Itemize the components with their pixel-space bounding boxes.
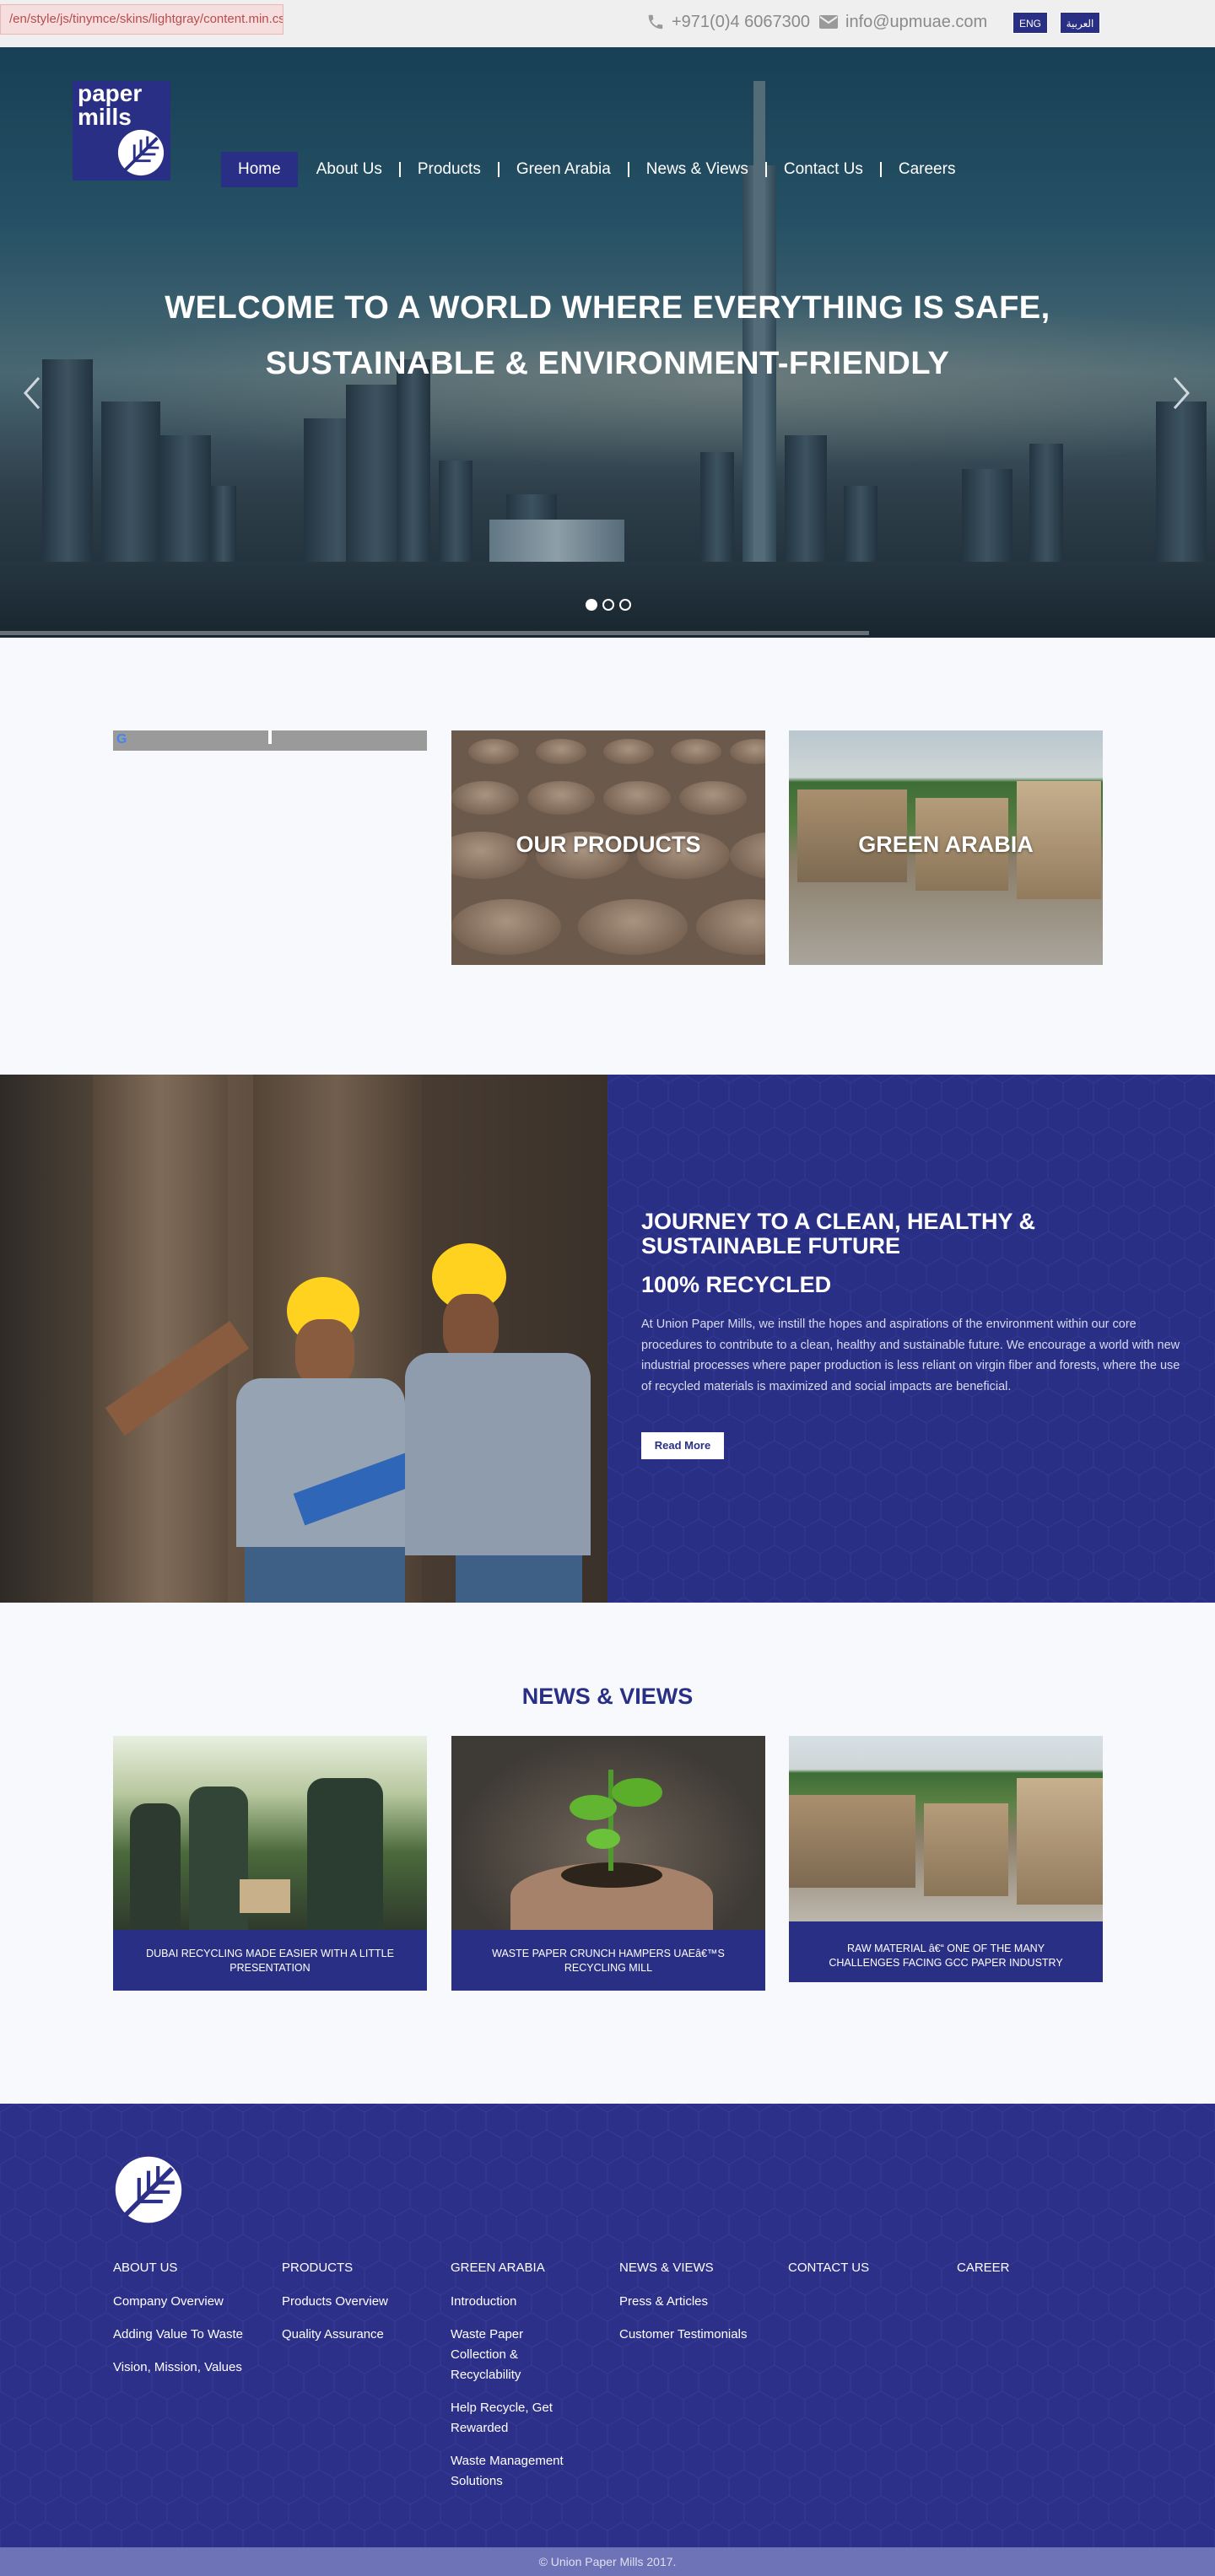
footer-link[interactable]: Introduction [451,2292,577,2312]
hero-title-line2: SUSTAINABLE & ENVIRONMENT-FRIENDLY [265,346,950,381]
phone-contact[interactable]: +971(0)4 6067300 [646,10,810,34]
news-caption: WASTE PAPER CRUNCH HAMPERS UAEâ€™S RECYC… [451,1930,765,1991]
journey-subtitle: 100% RECYCLED [641,1272,832,1297]
slider-dots [586,599,631,611]
news-image [789,1736,1103,1921]
footer-link[interactable]: Adding Value To Waste [113,2325,256,2345]
hero-title-line1: WELCOME TO A WORLD WHERE EVERYTHING IS S… [165,290,1050,326]
footer-link[interactable]: Waste Paper Collection & Recyclability [451,2325,552,2385]
leaf-logo-icon[interactable] [113,2154,184,2225]
news-image [113,1736,427,1930]
nav-products[interactable]: Products [401,152,498,187]
slider-progress [0,631,869,635]
lang-en-button[interactable]: ENG [1012,12,1048,34]
nav-news-views[interactable]: News & Views [629,152,765,187]
journey-body: At Union Paper Mills, we instill the hop… [641,1318,1180,1393]
slider-dot-3[interactable] [619,599,631,611]
journey-title: JOURNEY TO A CLEAN, HEALTHY & SUSTAINABL… [641,1209,1036,1258]
footer-link[interactable]: Company Overview [113,2292,256,2312]
footer-heading[interactable]: ABOUT US [113,2261,265,2275]
news-caption: DUBAI RECYCLING MADE EASIER WITH A LITTL… [113,1930,427,1991]
footer-link[interactable]: Customer Testimonials [619,2325,763,2345]
phone-number: +971(0)4 6067300 [672,13,811,31]
nav-careers[interactable]: Careers [882,152,973,187]
site-footer: ABOUT US Company Overview Adding Value T… [0,2104,1215,2547]
top-utility-bar: /en/style/js/tinymce/skins/lightgray/con… [0,0,1215,47]
chevron-left-icon[interactable] [22,376,42,410]
footer-col-career: CAREER [957,2261,1109,2292]
news-caption: RAW MATERIAL â€“ ONE OF THE MANY CHALLEN… [789,1921,1103,1982]
footer-col-news: NEWS & VIEWS Press & Articles Customer T… [619,2261,771,2358]
brand-logo[interactable]: paper mills [73,81,170,181]
footer-col-products: PRODUCTS Products Overview Quality Assur… [282,2261,434,2358]
footer-link[interactable]: Help Recycle, Get Rewarded [451,2398,577,2439]
read-more-button[interactable]: Read More [641,1432,724,1459]
phone-icon [648,14,663,30]
news-card[interactable]: DUBAI RECYCLING MADE EASIER WITH A LITTL… [113,1736,427,1991]
hero-overlay [0,47,1215,638]
news-card[interactable]: RAW MATERIAL â€“ ONE OF THE MANY CHALLEN… [789,1736,1103,1982]
tile-green-arabia[interactable]: GREEN ARABIA [789,730,1103,965]
news-image [451,1736,765,1930]
leaf-logo-icon [117,129,165,176]
footer-heading[interactable]: GREEN ARABIA [451,2261,602,2275]
footer-link[interactable]: Waste Management Solutions [451,2451,586,2492]
envelope-icon [819,15,838,29]
tile-products-label: OUR PRODUCTS [516,832,701,857]
chevron-right-icon[interactable] [1171,376,1191,410]
footer-link[interactable]: Vision, Mission, Values [113,2358,256,2378]
footer-link[interactable]: Products Overview [282,2292,425,2312]
footer-link[interactable]: Quality Assurance [282,2325,425,2345]
news-heading: NEWS & VIEWS [521,1684,694,1709]
journey-section: JOURNEY TO A CLEAN, HEALTHY & SUSTAINABL… [608,1075,1215,1603]
nav-home[interactable]: Home [221,152,298,187]
footer-col-about: ABOUT US Company Overview Adding Value T… [113,2261,265,2390]
map-loading-bar: G [113,730,427,751]
footer-link[interactable]: Press & Articles [619,2292,763,2312]
email-address: info@upmuae.com [845,13,988,31]
css-error-notice: /en/style/js/tinymce/skins/lightgray/con… [0,4,284,35]
footer-heading[interactable]: PRODUCTS [282,2261,434,2275]
footer-col-green-arabia: GREEN ARABIA Introduction Waste Paper Co… [451,2261,602,2504]
logo-text-paper: paper [78,80,143,106]
main-nav: Home About Us Products Green Arabia News… [221,152,972,187]
logo-text-mills: mills [78,104,132,130]
tile-green-label: GREEN ARABIA [858,832,1034,857]
nav-contact-us[interactable]: Contact Us [767,152,880,187]
hero-slider: paper mills Home About Us Products Green… [0,47,1215,638]
google-mark: G [116,732,127,746]
footer-heading[interactable]: CAREER [957,2261,1109,2275]
tile-our-products[interactable]: OUR PRODUCTS [451,730,765,965]
workers-photo [0,1075,608,1603]
footer-col-contact: CONTACT US [788,2261,940,2292]
footer-heading[interactable]: NEWS & VIEWS [619,2261,771,2275]
slider-dot-1[interactable] [586,599,597,611]
footer-heading[interactable]: CONTACT US [788,2261,940,2275]
slider-dot-2[interactable] [602,599,614,611]
news-card[interactable]: WASTE PAPER CRUNCH HAMPERS UAEâ€™S RECYC… [451,1736,765,1991]
css-error-text: /en/style/js/tinymce/skins/lightgray/con… [9,12,284,26]
nav-about-us[interactable]: About Us [300,152,399,187]
nav-green-arabia[interactable]: Green Arabia [500,152,628,187]
copyright-bar: © Union Paper Mills 2017. [0,2547,1215,2576]
lang-ar-button[interactable]: العربية [1060,12,1100,34]
email-contact[interactable]: info@upmuae.com [818,10,987,34]
